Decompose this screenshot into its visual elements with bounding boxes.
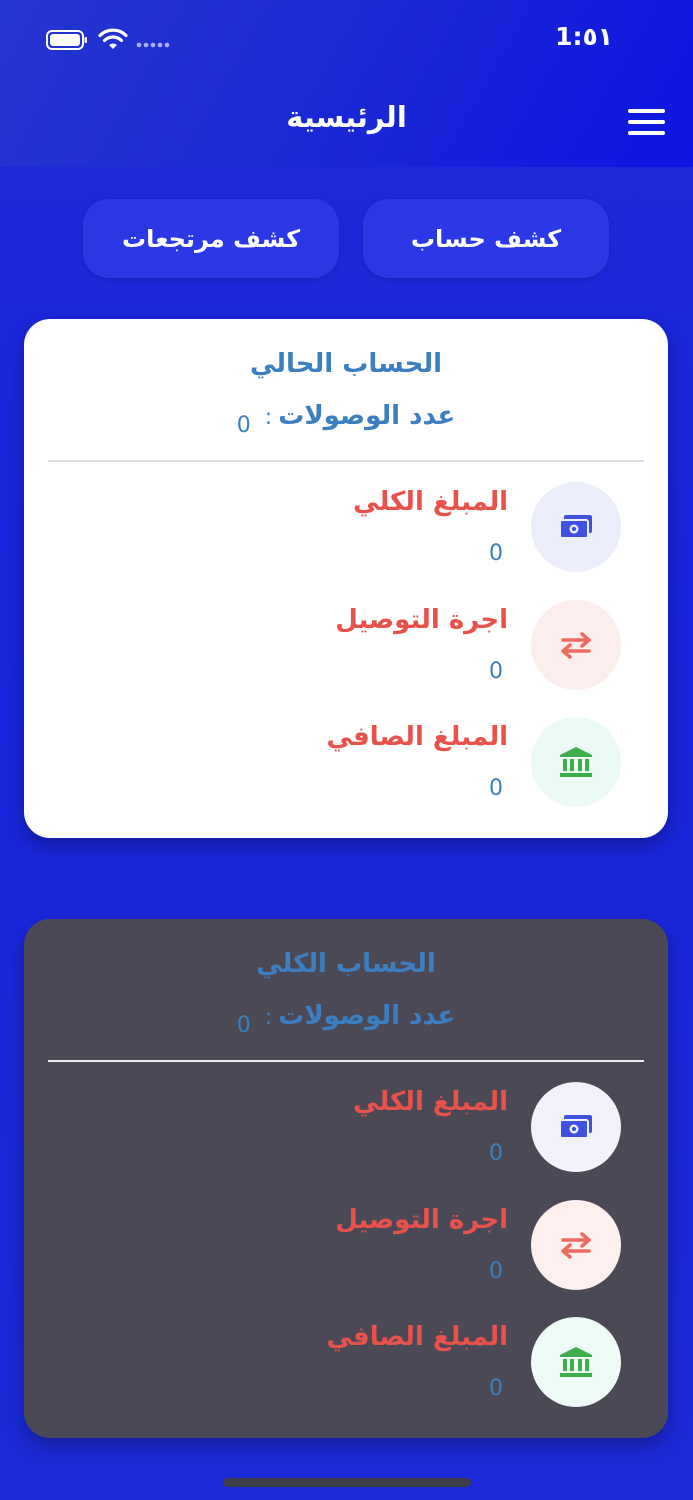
current-account-card: الحساب الحالي عدد الوصولات : 0 المبلغ ال… (24, 319, 668, 838)
row-value: 0 (489, 541, 503, 566)
divider (48, 460, 644, 462)
delivery-fee-row: اجرة التوصيل 0 (24, 1197, 668, 1297)
returns-statement-button[interactable]: كشف مرتجعات (83, 199, 339, 278)
cash-icon (559, 515, 592, 539)
receipts-count: عدد الوصولات : 0 (24, 401, 668, 438)
total-account-card: الحساب الكلي عدد الوصولات : 0 المبلغ الك… (24, 919, 668, 1438)
total-amount-row: المبلغ الكلي 0 (24, 1079, 668, 1179)
row-value: 0 (489, 1259, 503, 1284)
delivery-fee-row: اجرة التوصيل 0 (24, 597, 668, 697)
receipts-value: 0 (236, 413, 251, 438)
receipts-label: عدد الوصولات (278, 1001, 456, 1031)
card-title: الحساب الكلي (256, 949, 436, 979)
menu-line (628, 131, 665, 135)
cash-icon-circle (531, 482, 621, 572)
receipts-colon: : (264, 1005, 273, 1030)
row-label: المبلغ الصافي (326, 1322, 508, 1352)
transfer-arrows-icon (561, 632, 591, 659)
home-indicator[interactable] (223, 1478, 471, 1487)
transfer-arrows-icon (561, 1232, 591, 1259)
receipts-label: عدد الوصولات (278, 401, 456, 431)
row-label: اجرة التوصيل (335, 1205, 508, 1235)
signal-dots-icon (136, 42, 170, 48)
row-label: المبلغ الكلي (353, 487, 508, 517)
cash-icon-circle (531, 1082, 621, 1172)
bank-icon-circle (531, 1317, 621, 1407)
menu-icon[interactable] (628, 109, 665, 136)
status-time: 1:٥١ (555, 22, 613, 51)
row-value: 0 (489, 776, 503, 801)
transfer-icon-circle (531, 1200, 621, 1290)
row-label: اجرة التوصيل (335, 605, 508, 635)
wifi-icon (98, 28, 128, 49)
header-bar: 1:٥١ الرئيسية (0, 0, 693, 167)
row-value: 0 (489, 1376, 503, 1401)
divider (48, 1060, 644, 1062)
net-amount-row: المبلغ الصافي 0 (24, 714, 668, 814)
transfer-icon-circle (531, 600, 621, 690)
net-amount-row: المبلغ الصافي 0 (24, 1314, 668, 1414)
row-label: المبلغ الصافي (326, 722, 508, 752)
bank-icon-circle (531, 717, 621, 807)
battery-icon (46, 30, 87, 50)
bank-icon (560, 1347, 592, 1377)
page-title: الرئيسية (286, 100, 407, 134)
account-statement-button[interactable]: كشف حساب (363, 199, 609, 278)
row-label: المبلغ الكلي (353, 1087, 508, 1117)
total-amount-row: المبلغ الكلي 0 (24, 479, 668, 579)
receipts-value: 0 (236, 1013, 251, 1038)
menu-line (628, 120, 665, 124)
bank-icon (560, 747, 592, 777)
card-title: الحساب الحالي (249, 349, 443, 379)
receipts-count: عدد الوصولات : 0 (24, 1001, 668, 1038)
menu-line (628, 109, 665, 113)
app-screen: 1:٥١ الرئيسية كشف حساب كشف مرتجعات الحسا… (0, 0, 693, 1500)
receipts-colon: : (264, 405, 273, 430)
cash-icon (559, 1115, 592, 1139)
row-value: 0 (489, 659, 503, 684)
row-value: 0 (489, 1141, 503, 1166)
